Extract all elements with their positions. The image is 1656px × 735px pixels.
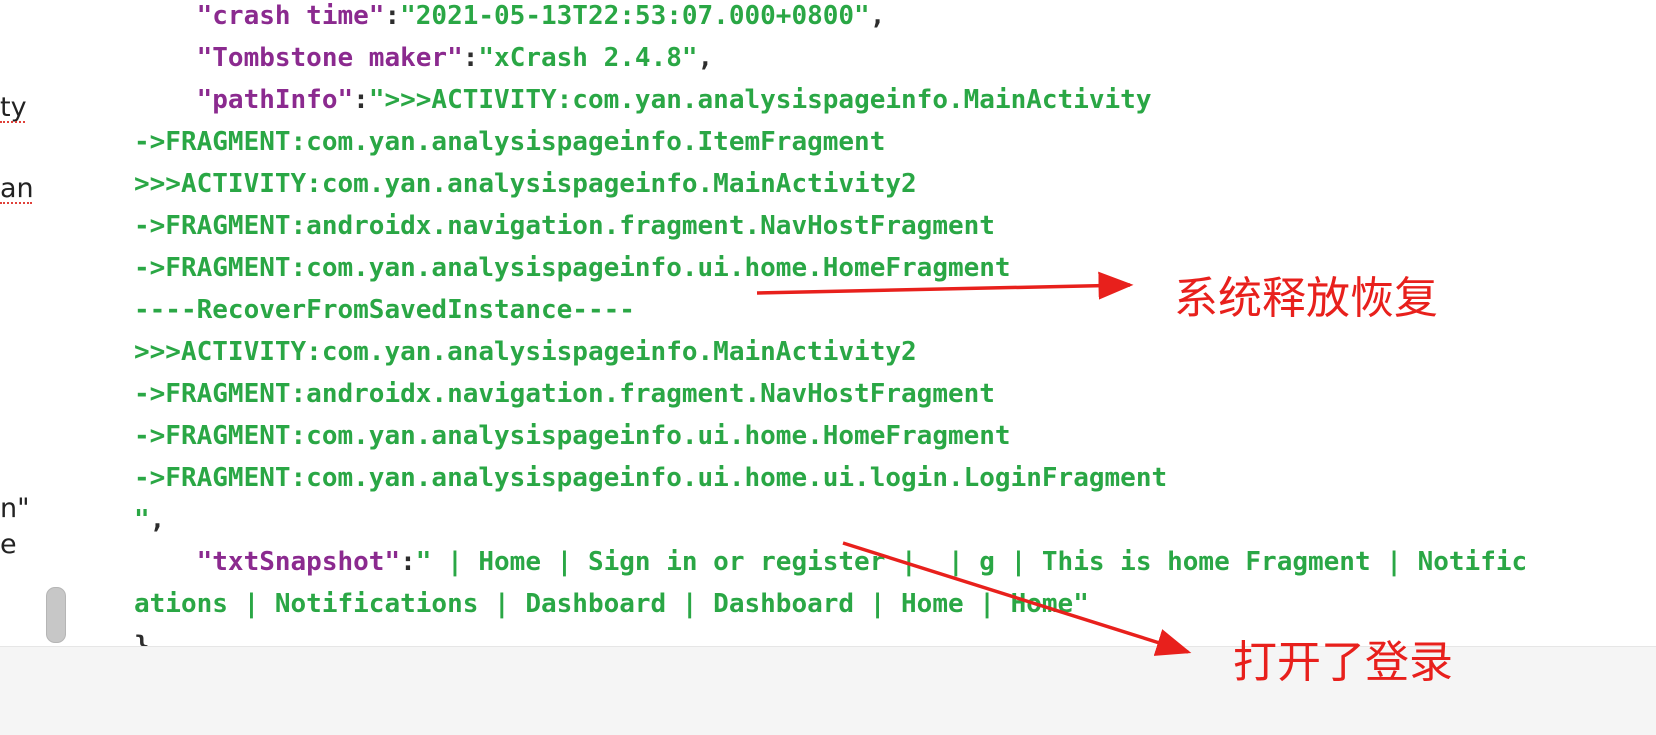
code-line: ->FRAGMENT:com.yan.analysispageinfo.ui.h… bbox=[134, 247, 1011, 289]
json-string: ->FRAGMENT:androidx.navigation.fragment.… bbox=[134, 379, 995, 409]
code-line: ->FRAGMENT:com.yan.analysispageinfo.ui.h… bbox=[134, 415, 1011, 457]
code-line: } bbox=[134, 625, 150, 646]
left-panel-text-fragment: e bbox=[0, 529, 17, 560]
code-line: ->FRAGMENT:com.yan.analysispageinfo.Item… bbox=[134, 121, 885, 163]
json-key: "crash time" bbox=[134, 1, 385, 31]
json-punctuation: : bbox=[462, 43, 479, 73]
left-panel-text-fragment: n" bbox=[0, 493, 30, 524]
left-panel-text-fragment: ty bbox=[0, 92, 27, 123]
code-line: ->FRAGMENT:com.yan.analysispageinfo.ui.h… bbox=[134, 457, 1167, 499]
code-line: >>>ACTIVITY:com.yan.analysispageinfo.Mai… bbox=[134, 331, 917, 373]
code-line: "pathInfo":">>>ACTIVITY:com.yan.analysis… bbox=[134, 79, 1152, 121]
json-punctuation: : bbox=[353, 85, 369, 115]
left-panel: ty an n" e bbox=[0, 0, 67, 646]
json-key: "txtSnapshot" bbox=[134, 547, 401, 577]
code-line: "txtSnapshot":" | Home | Sign in or regi… bbox=[134, 541, 1528, 583]
left-panel-text-fragment: an bbox=[0, 173, 34, 204]
json-string: ations | Notifications | Dashboard | Das… bbox=[134, 589, 1089, 619]
code-line: "crash time":"2021-05-13T22:53:07.000+08… bbox=[134, 0, 886, 37]
json-string: ->FRAGMENT:com.yan.analysispageinfo.Item… bbox=[134, 127, 886, 157]
json-punctuation: : bbox=[400, 547, 416, 577]
json-string: "2021-05-13T22:53:07.000+0800" bbox=[400, 1, 870, 31]
annotation-label: 打开了登录 bbox=[1233, 637, 1453, 688]
json-string: ">>>ACTIVITY:com.yan.analysispageinfo.Ma… bbox=[368, 85, 1152, 115]
json-string: ->FRAGMENT:androidx.navigation.fragment.… bbox=[134, 211, 995, 241]
code-line: ->FRAGMENT:androidx.navigation.fragment.… bbox=[134, 205, 995, 247]
json-string: >>>ACTIVITY:com.yan.analysispageinfo.Mai… bbox=[134, 337, 917, 367]
json-key: "Tombstone maker" bbox=[134, 43, 463, 73]
json-string: ----RecoverFromSavedInstance---- bbox=[134, 295, 635, 325]
json-string: "xCrash 2.4.8" bbox=[478, 43, 698, 73]
json-punctuation: , bbox=[869, 1, 886, 31]
code-line: >>>ACTIVITY:com.yan.analysispageinfo.Mai… bbox=[134, 163, 917, 205]
code-line: ", bbox=[134, 499, 165, 541]
code-line: ations | Notifications | Dashboard | Das… bbox=[134, 583, 1089, 625]
json-string: ->FRAGMENT:com.yan.analysispageinfo.ui.h… bbox=[134, 421, 1011, 451]
json-punctuation: } bbox=[134, 631, 150, 646]
scrollbar-thumb[interactable] bbox=[46, 587, 66, 643]
json-string: >>>ACTIVITY:com.yan.analysispageinfo.Mai… bbox=[134, 169, 917, 199]
json-string: ->FRAGMENT:com.yan.analysispageinfo.ui.h… bbox=[134, 253, 1011, 283]
json-punctuation: : bbox=[384, 1, 401, 31]
json-key: "pathInfo" bbox=[134, 85, 354, 115]
code-line: "Tombstone maker":"xCrash 2.4.8", bbox=[134, 37, 714, 79]
code-line: ----RecoverFromSavedInstance---- bbox=[134, 289, 635, 331]
code-line: ->FRAGMENT:androidx.navigation.fragment.… bbox=[134, 373, 995, 415]
json-string: " | Home | Sign in or register | | g | T… bbox=[415, 547, 1528, 577]
json-punctuation: , bbox=[149, 505, 166, 535]
json-punctuation: , bbox=[697, 43, 714, 73]
json-string: " bbox=[134, 505, 150, 535]
annotation-label: 系统释放恢复 bbox=[1174, 273, 1438, 324]
json-string: ->FRAGMENT:com.yan.analysispageinfo.ui.h… bbox=[134, 463, 1168, 493]
